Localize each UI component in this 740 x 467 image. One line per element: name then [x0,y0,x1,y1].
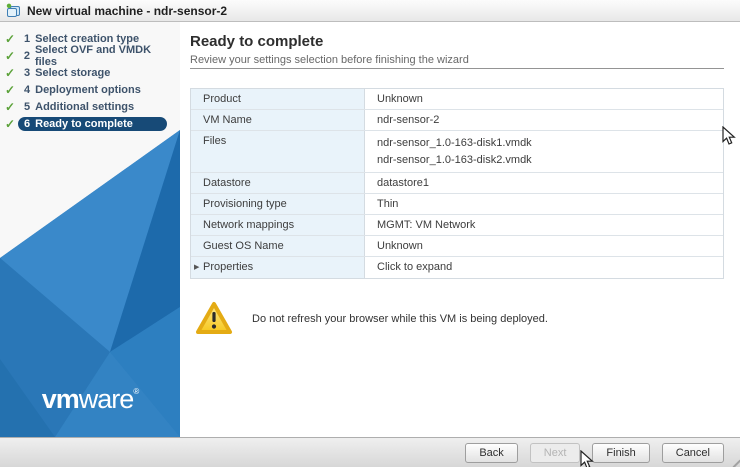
wizard-steps-sidebar: ✓ 1 Select creation type ✓ 2 Select OVF an… [0,22,180,437]
row-value-expandable[interactable]: Click to expand [365,257,723,278]
wizard-content-pane: Ready to complete Review your settings s… [180,22,740,437]
step-label: Select storage [35,66,111,79]
row-label: VM Name [191,110,365,130]
table-row-datastore: Datastore datastore1 [191,173,723,194]
row-value: Unknown [365,89,723,109]
new-vm-icon [6,3,20,17]
cancel-button[interactable]: Cancel [661,442,724,463]
step-label: Additional settings [35,100,135,113]
table-row-network-mappings: Network mappings MGMT: VM Network [191,215,723,236]
window-titlebar: New virtual machine - ndr-sensor-2 [0,0,740,22]
warning-triangle-icon [196,302,232,334]
row-label: Files [191,131,365,172]
row-value: datastore1 [365,173,723,193]
row-value: ndr-sensor-2 [365,110,723,130]
vmware-logo: vmware® [41,384,139,414]
check-icon: ✓ [5,116,16,131]
back-button[interactable]: Back [465,442,518,463]
page-title: Ready to complete [190,33,324,50]
table-row-product: Product Unknown [191,89,723,110]
wizard-footer: Back Next Finish Cancel [0,437,740,467]
warning-message: Do not refresh your browser while this V… [252,312,548,325]
resize-grip-icon[interactable] [726,453,740,467]
row-label: Datastore [191,173,365,193]
row-label: Provisioning type [191,194,365,214]
header-divider [190,68,724,69]
step-label: Deployment options [35,83,141,96]
row-label[interactable]: ▶ Properties [191,257,365,278]
step-number: 5 [24,100,31,113]
sidebar-step-2[interactable]: ✓ 2 Select OVF and VMDK files [0,44,180,68]
row-value: MGMT: VM Network [365,215,723,235]
step-label: Select OVF and VMDK files [34,43,152,68]
sidebar-step-6-active[interactable]: ✓ 6 Ready to complete [0,115,180,132]
sidebar-step-5[interactable]: ✓ 5 Additional settings [0,98,180,115]
step-label: Ready to complete [35,117,133,130]
row-label: Product [191,89,365,109]
row-value: Unknown [365,236,723,256]
row-value: Thin [365,194,723,214]
next-button[interactable]: Next [529,442,581,463]
step-number: 4 [24,83,31,96]
check-icon: ✓ [5,82,16,97]
window-title: New virtual machine - ndr-sensor-2 [27,3,228,18]
deployment-warning: Do not refresh your browser while this V… [194,300,548,337]
row-label: Guest OS Name [191,236,365,256]
row-value: ndr-sensor_1.0-163-disk1.vmdk ndr-sensor… [365,131,723,172]
table-row-files: Files ndr-sensor_1.0-163-disk1.vmdk ndr-… [191,131,723,173]
sidebar-step-4[interactable]: ✓ 4 Deployment options [0,81,180,98]
step-number: 6 [24,117,31,130]
check-icon: ✓ [5,65,16,80]
check-icon: ✓ [5,99,16,114]
file-name: ndr-sensor_1.0-163-disk2.vmdk [377,154,532,166]
table-row-vm-name: VM Name ndr-sensor-2 [191,110,723,131]
row-label: Network mappings [191,215,365,235]
file-name: ndr-sensor_1.0-163-disk1.vmdk [377,137,532,149]
finish-button[interactable]: Finish [592,442,650,463]
check-icon: ✓ [5,48,16,63]
table-row-provisioning-type: Provisioning type Thin [191,194,723,215]
page-subtitle: Review your settings selection before fi… [190,54,469,66]
check-icon: ✓ [5,31,16,46]
table-row-properties[interactable]: ▶ Properties Click to expand [191,257,723,278]
summary-table: Product Unknown VM Name ndr-sensor-2 Fil… [190,88,724,279]
table-row-guest-os-name: Guest OS Name Unknown [191,236,723,257]
step-number: 3 [24,66,31,79]
wizard-step-list: ✓ 1 Select creation type ✓ 2 Select OVF an… [0,30,180,132]
wizard-window: New virtual machine - ndr-sensor-2 ✓ 1 Se… [0,0,740,467]
chevron-right-icon[interactable]: ▶ [194,263,199,271]
step-number: 2 [23,49,30,62]
